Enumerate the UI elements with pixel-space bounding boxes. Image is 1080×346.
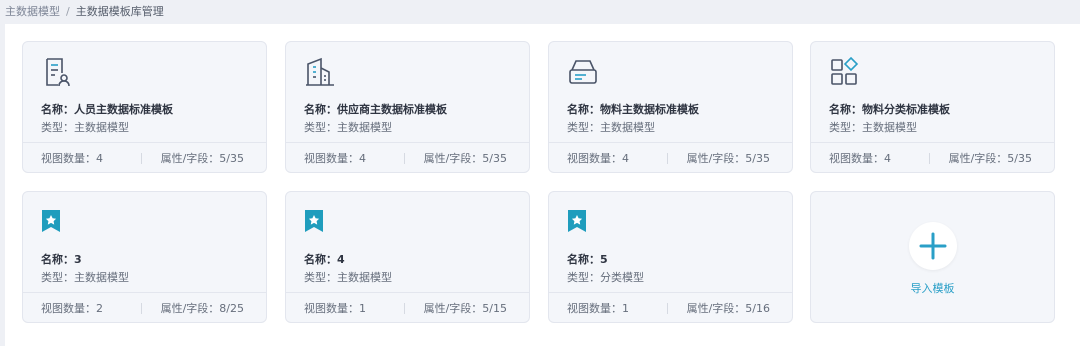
person-document-icon — [41, 56, 73, 88]
template-card[interactable]: 名称：5 类型：分类模型 视图数量：1 属性/字段：5/16 — [548, 191, 793, 323]
attribute-count: 属性/字段：5/35 — [160, 151, 244, 165]
footer-divider — [141, 153, 142, 164]
import-template-button[interactable]: 导入模板 — [810, 191, 1055, 323]
footer-divider — [404, 303, 405, 314]
category-grid-icon — [829, 56, 861, 88]
card-footer: 视图数量：4 属性/字段：5/35 — [23, 142, 266, 172]
import-template-label: 导入模板 — [910, 282, 955, 295]
template-name: 名称：物料分类标准模板 — [829, 103, 950, 116]
card-footer: 视图数量：1 属性/字段：5/15 — [286, 292, 529, 322]
bookmark-star-icon — [566, 209, 588, 233]
template-name: 名称：4 — [304, 253, 345, 266]
template-type: 类型：主数据模型 — [41, 271, 129, 284]
template-type: 类型：分类模型 — [567, 271, 644, 284]
footer-divider — [929, 153, 930, 164]
template-name: 名称：3 — [41, 253, 82, 266]
bookmark-star-icon — [40, 209, 62, 233]
view-count: 视图数量：4 — [304, 151, 366, 165]
card-footer: 视图数量：4 属性/字段：5/35 — [811, 142, 1054, 172]
template-card[interactable]: 名称：物料分类标准模板 类型：主数据模型 视图数量：4 属性/字段：5/35 — [810, 41, 1055, 173]
attribute-count: 属性/字段：8/25 — [160, 301, 244, 315]
card-footer: 视图数量：2 属性/字段：8/25 — [23, 292, 266, 322]
template-card[interactable]: 名称：3 类型：主数据模型 视图数量：2 属性/字段：8/25 — [22, 191, 267, 323]
card-footer: 视图数量：4 属性/字段：5/35 — [286, 142, 529, 172]
view-count: 视图数量：2 — [41, 301, 103, 315]
template-card[interactable]: 名称：物料主数据标准模板 类型：主数据模型 视图数量：4 属性/字段：5/35 — [548, 41, 793, 173]
card-footer: 视图数量：4 属性/字段：5/35 — [549, 142, 792, 172]
template-type: 类型：主数据模型 — [304, 271, 392, 284]
attribute-count: 属性/字段：5/35 — [686, 151, 770, 165]
template-type: 类型：主数据模型 — [829, 121, 917, 134]
template-card[interactable]: 名称：供应商主数据标准模板 类型：主数据模型 视图数量：4 属性/字段：5/35 — [285, 41, 530, 173]
attribute-count: 属性/字段：5/16 — [686, 301, 770, 315]
breadcrumb-separator: / — [66, 4, 70, 18]
attribute-count: 属性/字段：5/15 — [423, 301, 507, 315]
view-count: 视图数量：4 — [829, 151, 891, 165]
view-count: 视图数量：4 — [567, 151, 629, 165]
breadcrumb-item-root[interactable]: 主数据模型 — [5, 3, 60, 19]
attribute-count: 属性/字段：5/35 — [423, 151, 507, 165]
attribute-count: 属性/字段：5/35 — [948, 151, 1032, 165]
template-panel: 名称：人员主数据标准模板 类型：主数据模型 视图数量：4 属性/字段：5/35 … — [5, 24, 1080, 346]
view-count: 视图数量：1 — [304, 301, 366, 315]
template-card[interactable]: 名称：4 类型：主数据模型 视图数量：1 属性/字段：5/15 — [285, 191, 530, 323]
breadcrumb: 主数据模型 / 主数据模板库管理 — [5, 3, 164, 19]
inbox-tray-icon — [567, 56, 599, 88]
view-count: 视图数量：4 — [41, 151, 103, 165]
view-count: 视图数量：1 — [567, 301, 629, 315]
footer-divider — [667, 303, 668, 314]
footer-divider — [404, 153, 405, 164]
bookmark-star-icon — [303, 209, 325, 233]
template-name: 名称：5 — [567, 253, 608, 266]
template-type: 类型：主数据模型 — [304, 121, 392, 134]
template-name: 名称：供应商主数据标准模板 — [304, 103, 447, 116]
template-type: 类型：主数据模型 — [567, 121, 655, 134]
card-footer: 视图数量：1 属性/字段：5/16 — [549, 292, 792, 322]
template-name: 名称：人员主数据标准模板 — [41, 103, 173, 116]
template-card[interactable]: 名称：人员主数据标准模板 类型：主数据模型 视图数量：4 属性/字段：5/35 — [22, 41, 267, 173]
footer-divider — [667, 153, 668, 164]
plus-circle[interactable] — [909, 222, 957, 270]
template-type: 类型：主数据模型 — [41, 121, 129, 134]
breadcrumb-item-current: 主数据模板库管理 — [75, 5, 164, 18]
template-name: 名称：物料主数据标准模板 — [567, 103, 699, 116]
footer-divider — [141, 303, 142, 314]
building-icon — [304, 56, 336, 88]
